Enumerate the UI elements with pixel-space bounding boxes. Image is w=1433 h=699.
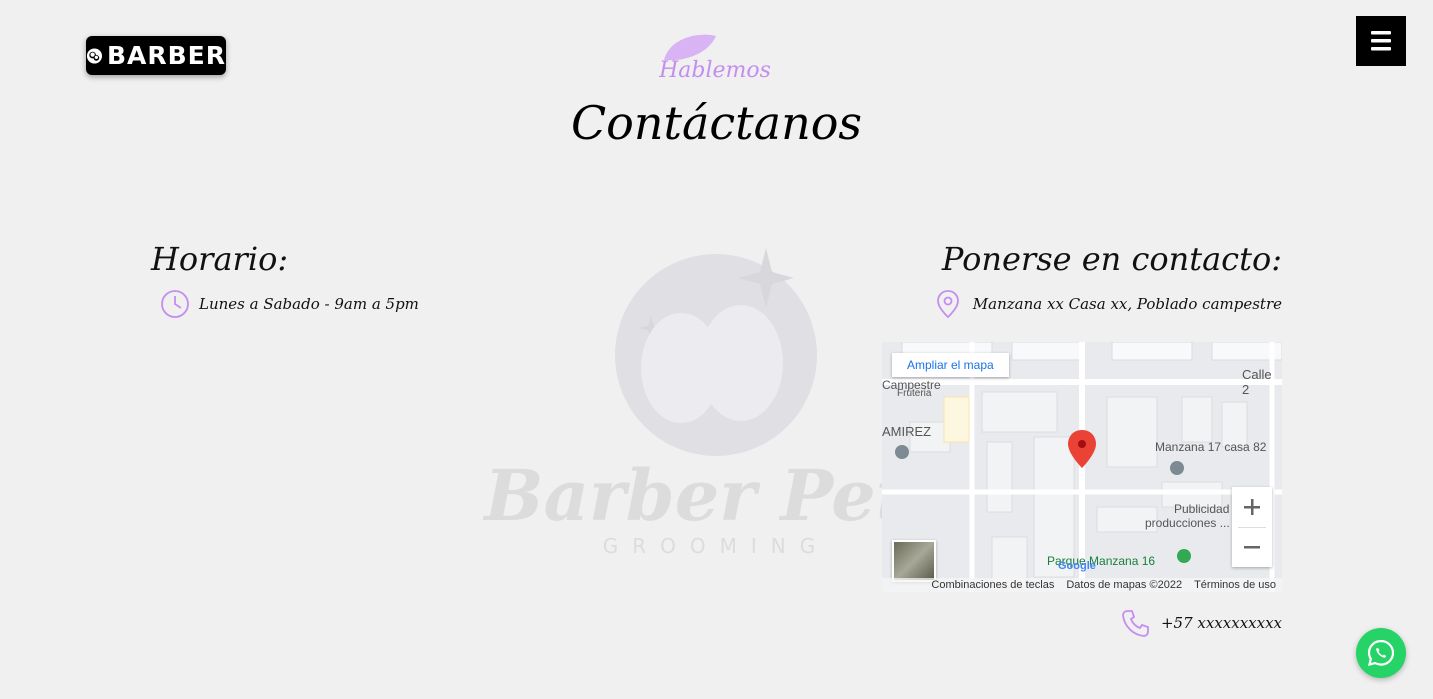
- map-pin-icon: [936, 290, 959, 319]
- map-store-sub-label: Fruteria: [897, 388, 932, 399]
- map-data-credit: Datos de mapas ©2022: [1066, 579, 1183, 591]
- watermark-brand: Barber Pets: [482, 454, 947, 537]
- terms-link[interactable]: Términos de uso: [1194, 578, 1276, 592]
- whatsapp-button[interactable]: [1356, 628, 1406, 678]
- contact-phone[interactable]: +57 xxxxxxxxxx: [1161, 614, 1282, 632]
- schedule-row: Lunes a Sabado - 9am a 5pm: [160, 289, 419, 319]
- phone-row: +57 xxxxxxxxxx: [1121, 608, 1282, 638]
- zoom-controls: [1232, 487, 1272, 567]
- google-logo: Google: [1058, 560, 1096, 572]
- address-row: Manzana xx Casa xx, Poblado campestre: [935, 289, 1282, 319]
- zoom-out-button[interactable]: [1232, 527, 1272, 567]
- plus-icon: [1244, 499, 1260, 515]
- page-title: Contáctanos: [570, 96, 863, 150]
- watermark-tagline: GROOMING: [603, 534, 830, 558]
- schedule-hours: Lunes a Sabado - 9am a 5pm: [199, 295, 419, 313]
- expand-map-link[interactable]: Ampliar el mapa: [892, 353, 1009, 377]
- section-eyebrow: Hablemos: [640, 30, 790, 90]
- map-footer: Combinaciones de teclas Datos de mapas ©…: [882, 578, 1282, 592]
- brand-logo[interactable]: BARBER: [86, 36, 226, 75]
- map-business-label: Publicidad y: [1174, 502, 1239, 516]
- logo-text: BARBER: [106, 41, 226, 70]
- zoom-in-button[interactable]: [1232, 487, 1272, 527]
- embedded-map[interactable]: Ampliar el mapa Calle 2 Campestre Fruter…: [882, 342, 1282, 592]
- bars-icon: [1371, 31, 1391, 51]
- minus-icon: [1244, 546, 1260, 549]
- map-street-label: Calle 2: [1242, 367, 1272, 397]
- map-place-label: Manzana 17 casa 82: [1155, 440, 1267, 454]
- phone-icon: [1122, 610, 1149, 637]
- schedule-heading: Horario:: [151, 240, 289, 278]
- contact-heading: Ponerse en contacto:: [941, 240, 1282, 278]
- eyebrow-text: Hablemos: [659, 58, 771, 83]
- zoom-divider: [1238, 527, 1266, 528]
- map-business-sub-label: producciones ...: [1145, 516, 1230, 530]
- contact-address: Manzana xx Casa xx, Poblado campestre: [972, 295, 1282, 313]
- map-district-label: AMIREZ: [882, 424, 932, 439]
- dog-logo-icon: [86, 47, 103, 64]
- whatsapp-icon: [1367, 639, 1395, 666]
- keyboard-shortcuts-link[interactable]: Combinaciones de teclas: [931, 578, 1054, 592]
- satellite-toggle[interactable]: [892, 540, 936, 582]
- clock-icon: [161, 290, 189, 318]
- menu-button[interactable]: [1356, 16, 1406, 66]
